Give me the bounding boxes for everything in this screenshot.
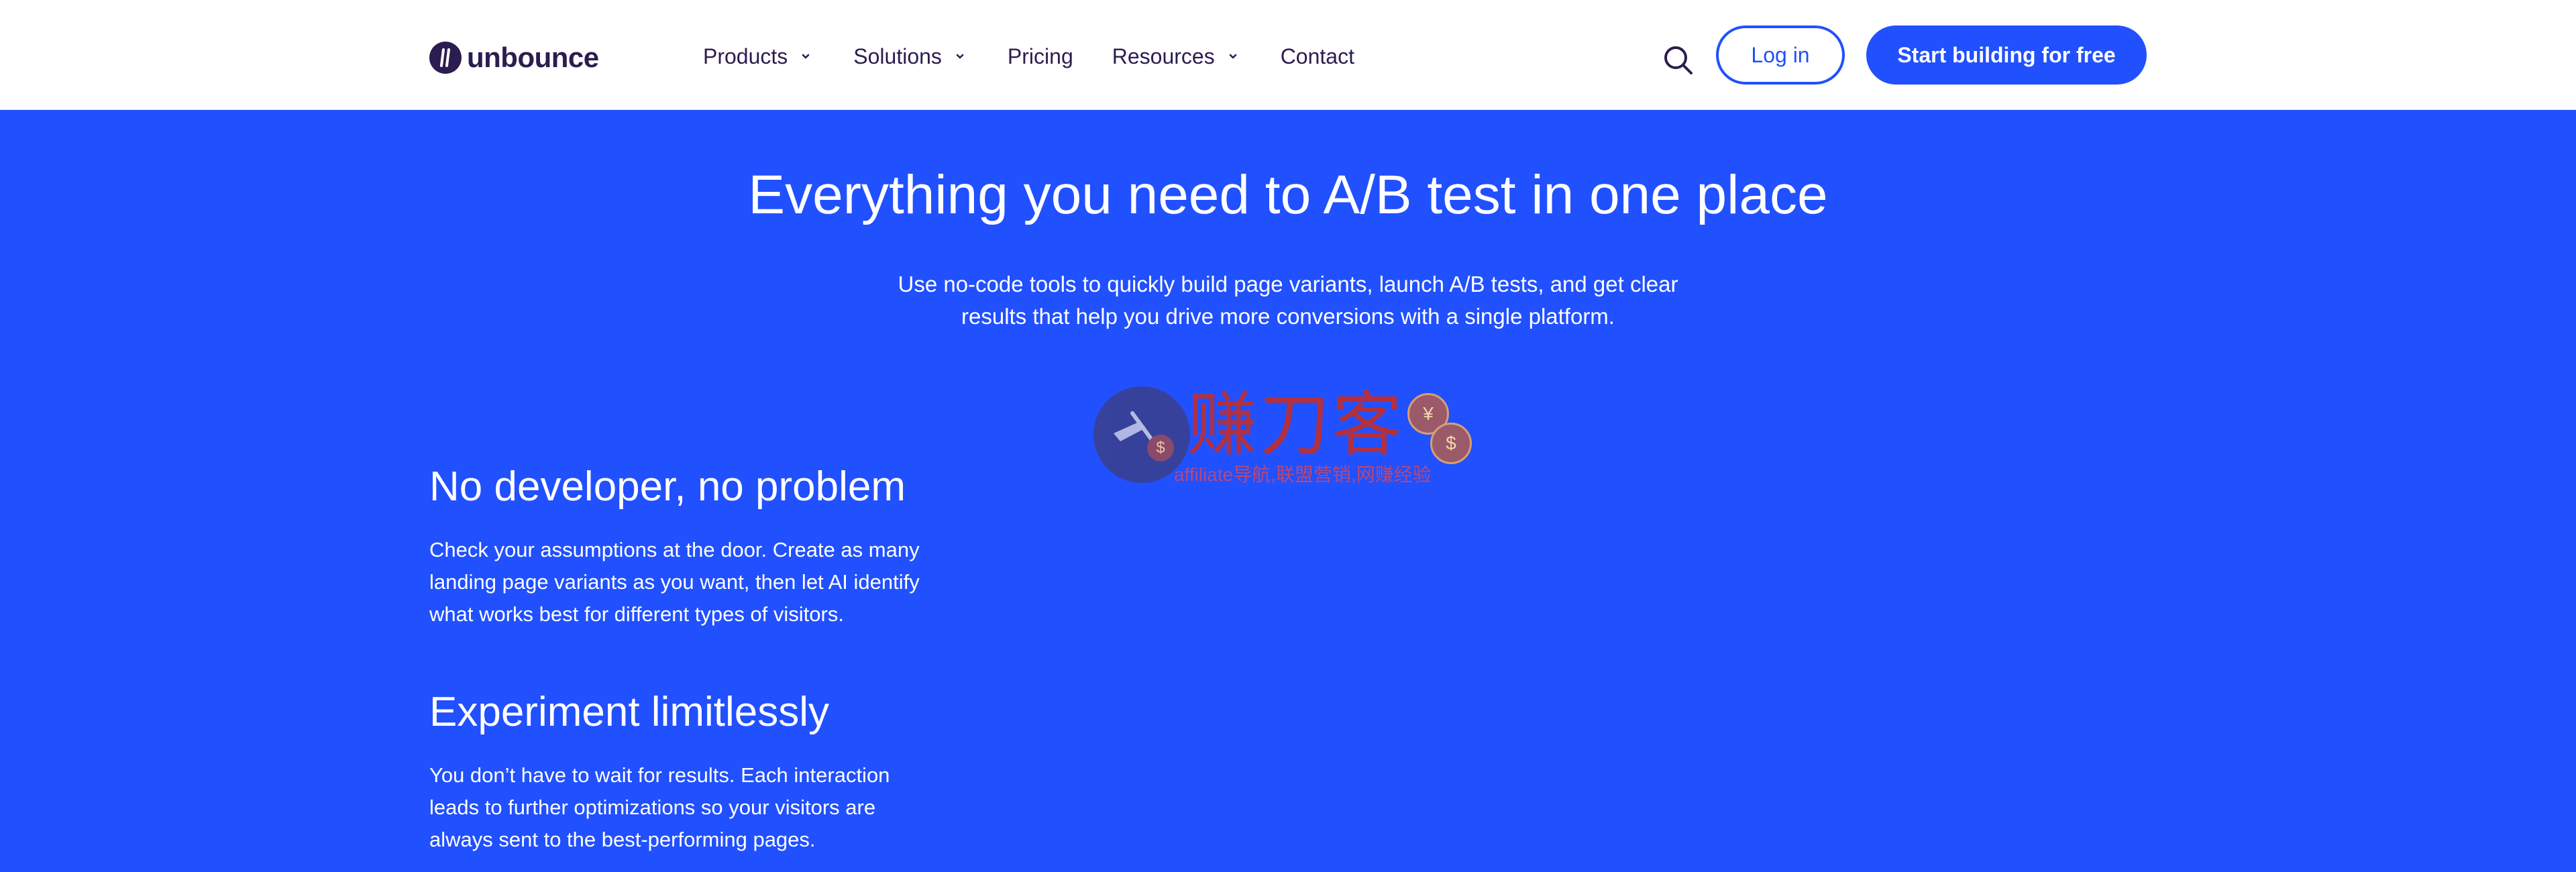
logo-text: unbounce (467, 42, 599, 73)
login-button[interactable]: Log in (1716, 25, 1845, 85)
feature-line: leads to further optimizations so your v… (429, 796, 876, 819)
search-button[interactable] (1661, 43, 1696, 78)
chevron-down-icon (1229, 54, 1236, 59)
nav-label: Solutions (853, 44, 942, 68)
nav-item-contact[interactable]: Contact (1281, 44, 1354, 69)
feature-description: You don’t have to wait for results. Each… (429, 759, 1006, 856)
nav-label: Contact (1280, 44, 1354, 68)
nav-item-pricing[interactable]: Pricing (1008, 44, 1073, 69)
unbounce-logo-icon (429, 42, 462, 74)
chevron-down-icon (802, 54, 810, 59)
chevron-down-icon (956, 54, 964, 59)
nav-label: Resources (1112, 44, 1215, 68)
watermark-logo: $ 赚刀客 ¥ $ affiliate导航,联盟营销,网赚经验 (1093, 386, 1483, 487)
search-icon (1664, 46, 1693, 74)
feature-description: Check your assumptions at the door. Crea… (429, 534, 1006, 631)
main-nav: Products Solutions Pricing Resources Con… (703, 39, 1393, 74)
feature-title: No developer, no problem (429, 464, 906, 510)
nav-label: Pricing (1007, 44, 1073, 68)
nav-item-solutions[interactable]: Solutions (853, 44, 969, 69)
feature-line: what works best for different types of v… (429, 602, 844, 626)
watermark-coins: ¥ $ (1407, 393, 1472, 464)
start-building-button[interactable]: Start building for free (1866, 25, 2147, 85)
page-title: Everything you need to A/B test in one p… (748, 164, 1828, 225)
feature-line: You don’t have to wait for results. Each… (429, 763, 890, 787)
coin-icon: $ (1147, 435, 1174, 461)
feature-line: Check your assumptions at the door. Crea… (429, 538, 920, 561)
site-header: unbounce Products Solutions Pricing Reso… (0, 0, 2576, 110)
watermark-subtext: affiliate导航,联盟营销,网赚经验 (1174, 464, 1432, 485)
hero-subtitle: Use no-code tools to quickly build page … (872, 268, 1704, 333)
hero-subtitle-line: Use no-code tools to quickly build page … (898, 272, 1678, 296)
unbounce-logo[interactable]: unbounce (429, 40, 599, 75)
feature-title: Experiment limitlessly (429, 689, 830, 735)
nav-item-products[interactable]: Products (703, 44, 814, 69)
feature-line: always sent to the best-performing pages… (429, 828, 816, 851)
hero-subtitle-line: results that help you drive more convers… (961, 304, 1615, 329)
nav-item-resources[interactable]: Resources (1112, 44, 1242, 69)
feature-line: landing page variants as you want, then … (429, 570, 920, 594)
coin-icon: $ (1430, 423, 1472, 464)
watermark-text: 赚刀客 (1187, 384, 1405, 466)
nav-label: Products (703, 44, 788, 68)
